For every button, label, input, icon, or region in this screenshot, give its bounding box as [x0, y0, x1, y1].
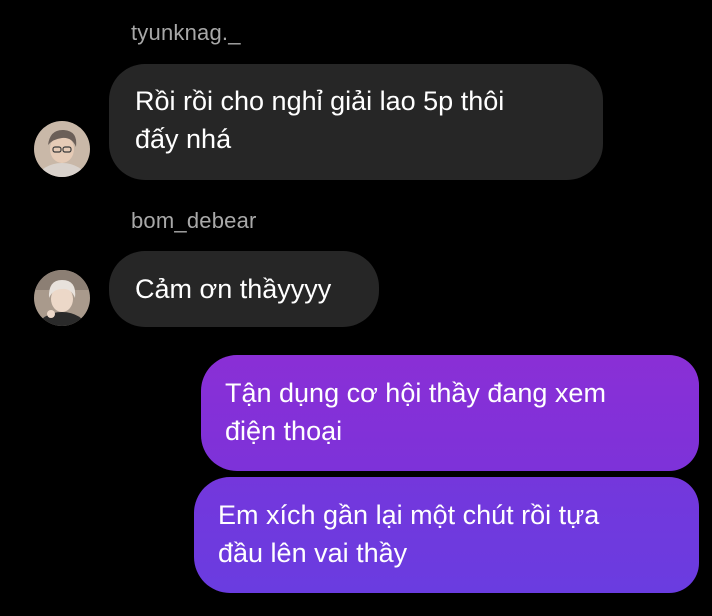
sender-name: tyunknag._ [131, 20, 241, 45]
sender-name: bom_debear [131, 208, 257, 233]
avatar[interactable] [34, 121, 90, 177]
incoming-message-bubble[interactable]: Rồi rồi cho nghỉ giải lao 5p thôi đấy nh… [109, 64, 603, 180]
incoming-message-bubble[interactable]: Cảm ơn thầyyyy [109, 251, 379, 327]
user-avatar-icon [34, 121, 90, 177]
user-avatar-icon [34, 270, 90, 326]
outgoing-message-bubble[interactable]: Tận dụng cơ hội thầy đang xem điện thoại [201, 355, 699, 471]
outgoing-message-bubble[interactable]: Em xích gần lại một chút rồi tựa đầu lên… [194, 477, 699, 593]
avatar[interactable] [34, 270, 90, 326]
